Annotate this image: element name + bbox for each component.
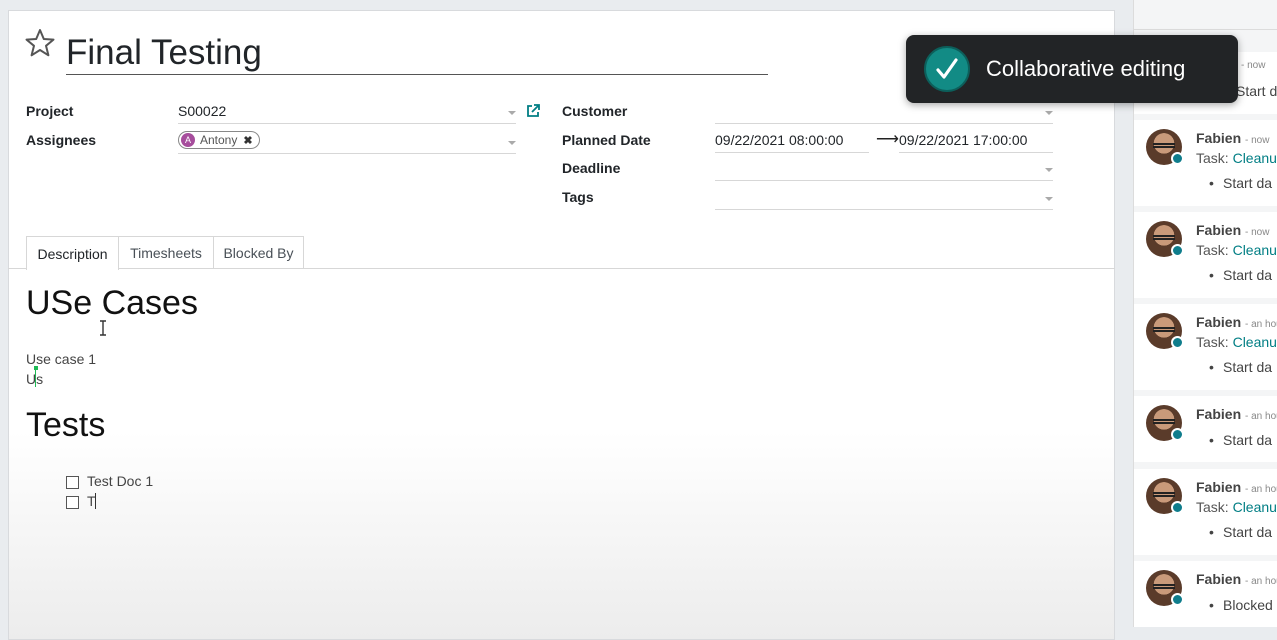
message-bullet: Start da <box>1236 83 1277 99</box>
assignee-name: Antony <box>200 133 238 147</box>
task-link[interactable]: Cleanup <box>1233 242 1277 258</box>
avatar <box>1146 478 1184 514</box>
chatter-message: Fabien - an hou Start da <box>1134 396 1277 462</box>
online-status-icon <box>1171 244 1184 257</box>
chatter-message: Fabien - now Task: Cleanup Start da <box>1134 212 1277 298</box>
chatter-message: Fabien - an hou Blocked <box>1134 561 1277 627</box>
planned-start-input[interactable]: 09/22/2021 08:00:00 <box>715 132 869 153</box>
collaborative-editing-toast: Collaborative editing <box>906 35 1238 103</box>
message-author: Fabien <box>1196 479 1242 495</box>
chevron-down-icon[interactable] <box>508 141 516 145</box>
chatter-message: Fabien - an hou Task: Cleanup Start da <box>1134 469 1277 555</box>
checkbox[interactable] <box>66 496 79 509</box>
chatter-message: Fabien - now Task: Cleanup Start da <box>1134 120 1277 206</box>
task-title-input[interactable]: Final Testing <box>66 32 768 75</box>
customer-field[interactable] <box>715 103 1053 124</box>
task-link[interactable]: Cleanup <box>1233 150 1277 166</box>
checklist-item[interactable]: Test Doc 1 <box>87 473 153 489</box>
message-bullet: Start da <box>1209 175 1272 191</box>
description-heading-use-cases[interactable]: USe Cases <box>26 284 198 323</box>
project-label: Project <box>26 103 74 119</box>
message-author: Fabien <box>1196 571 1242 587</box>
message-time: - now <box>1241 60 1266 71</box>
message-time: - an hou <box>1245 576 1277 587</box>
star-icon[interactable] <box>24 27 56 59</box>
assignee-tag: A Antony ✖ <box>178 131 260 149</box>
message-author: Fabien <box>1196 130 1242 146</box>
message-bullet: Start da <box>1209 359 1272 375</box>
avatar <box>1146 313 1184 349</box>
planned-end-input[interactable]: 09/22/2021 17:00:00 <box>899 132 1053 153</box>
collaborator-cursor <box>35 369 36 387</box>
external-link-icon[interactable] <box>526 104 540 118</box>
chevron-down-icon[interactable] <box>1045 197 1053 201</box>
text-cursor-icon <box>100 320 106 336</box>
message-time: - now <box>1245 135 1270 146</box>
tab-blocked-by[interactable]: Blocked By <box>213 236 304 269</box>
deadline-input[interactable] <box>715 160 1053 181</box>
message-time: - an hou <box>1245 484 1277 495</box>
tags-input[interactable] <box>715 189 1053 210</box>
task-prefix: Task: <box>1196 334 1229 350</box>
online-status-icon <box>1171 593 1184 606</box>
task-prefix: Task: <box>1196 242 1229 258</box>
planned-date-label: Planned Date <box>562 132 651 148</box>
description-heading-tests[interactable]: Tests <box>26 406 105 445</box>
text-caret <box>95 493 96 509</box>
check-icon <box>924 46 970 92</box>
checkbox[interactable] <box>66 476 79 489</box>
project-field[interactable]: S00022 <box>178 103 516 124</box>
chatter-divider <box>1134 29 1277 30</box>
chevron-down-icon[interactable] <box>1045 111 1053 115</box>
message-author: Fabien <box>1196 314 1242 330</box>
arrow-right-icon: ⟶ <box>876 131 899 148</box>
message-time: - now <box>1245 227 1270 238</box>
task-prefix: Task: <box>1196 499 1229 515</box>
avatar <box>1146 129 1184 165</box>
message-time: - an hou <box>1245 411 1277 422</box>
chatter-message: Fabien - an hou Task: Cleanup Start da <box>1134 304 1277 390</box>
assignees-label: Assignees <box>26 132 97 148</box>
avatar <box>1146 570 1184 606</box>
chevron-down-icon[interactable] <box>1045 168 1053 172</box>
avatar <box>1146 221 1184 257</box>
message-bullet: Start da <box>1209 432 1272 448</box>
tab-timesheets[interactable]: Timesheets <box>118 236 214 269</box>
deadline-label: Deadline <box>562 160 621 176</box>
avatar: A <box>181 133 195 147</box>
message-author: Fabien <box>1196 222 1242 238</box>
online-status-icon <box>1171 336 1184 349</box>
task-link[interactable]: Cleanup <box>1233 334 1277 350</box>
avatar <box>1146 405 1184 441</box>
online-status-icon <box>1171 152 1184 165</box>
remove-tag-icon[interactable]: ✖ <box>243 134 252 147</box>
tags-label: Tags <box>562 189 594 205</box>
description-line[interactable]: Use case 1 <box>26 351 96 367</box>
task-link[interactable]: Cleanup <box>1233 499 1277 515</box>
message-time: - an hou <box>1245 319 1277 330</box>
toast-text: Collaborative editing <box>986 56 1186 81</box>
online-status-icon <box>1171 501 1184 514</box>
online-status-icon <box>1171 428 1184 441</box>
project-value: S00022 <box>178 103 227 119</box>
tab-description[interactable]: Description <box>26 236 119 270</box>
message-bullet: Blocked <box>1209 597 1273 613</box>
message-author: Fabien <box>1196 406 1242 422</box>
customer-label: Customer <box>562 103 628 119</box>
message-bullet: Start da <box>1209 524 1272 540</box>
chevron-down-icon[interactable] <box>508 111 516 115</box>
message-bullet: Start da <box>1209 267 1272 283</box>
task-prefix: Task: <box>1196 150 1229 166</box>
